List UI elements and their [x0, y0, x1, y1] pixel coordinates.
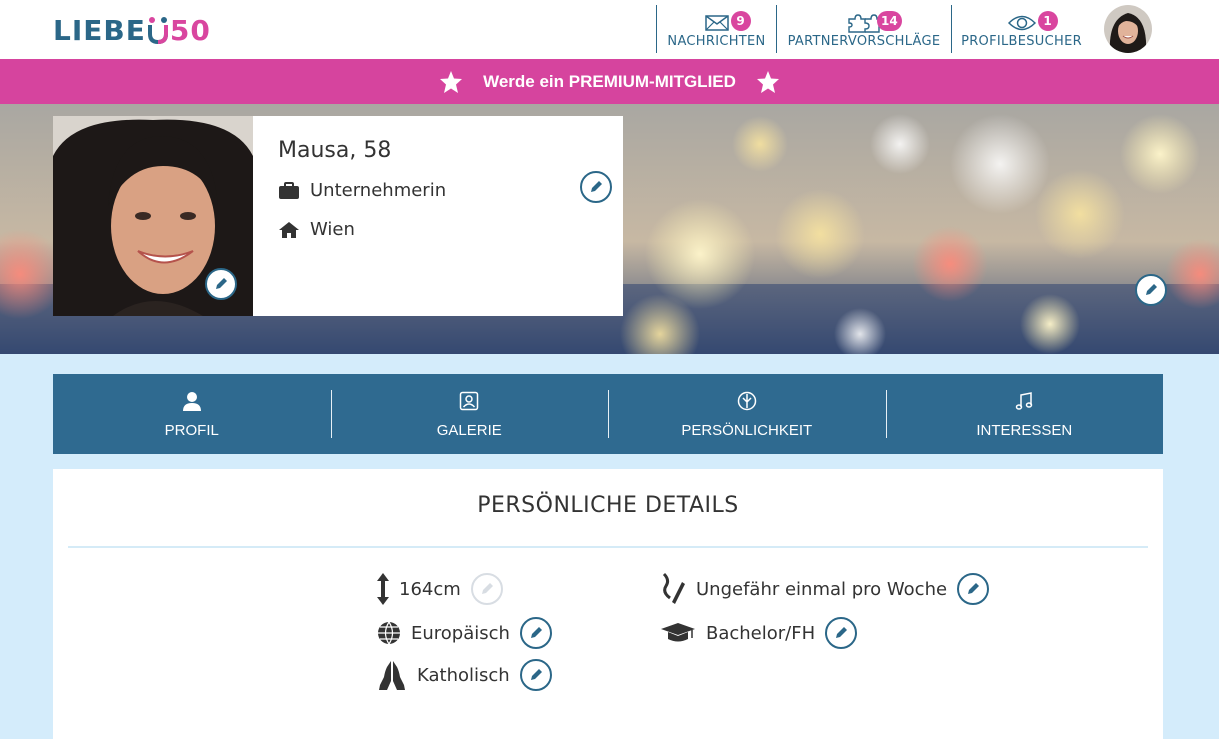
edit-cover-button[interactable] [1135, 274, 1167, 306]
puzzle-icon [848, 14, 880, 33]
pencil-icon [481, 583, 493, 594]
profile-name-age: Mausa, 58 [278, 138, 392, 163]
edit-photo-button[interactable] [205, 268, 237, 300]
logo-text-right: 50 [169, 13, 211, 47]
edit-smoking-button[interactable] [957, 573, 990, 605]
profile-photo[interactable] [53, 116, 253, 316]
tab-persoenlichkeit-label: PERSÖNLICHKEIT [681, 421, 813, 439]
edit-education-button[interactable] [825, 617, 858, 649]
logo-text-left: LIEBE [53, 13, 146, 47]
profile-city-row: Wien [278, 219, 355, 240]
detail-height: 164cm [375, 572, 503, 606]
tab-interessen[interactable]: INTERESSEN [885, 374, 1164, 454]
envelope-icon [704, 15, 729, 31]
detail-religion-value: Katholisch [417, 664, 510, 686]
praying-hands-icon [379, 661, 405, 690]
home-icon [279, 221, 299, 238]
graduation-cap-icon [661, 623, 695, 642]
detail-education: Bachelor/FH [660, 617, 858, 649]
tab-interessen-label: INTERESSEN [976, 421, 1073, 439]
eye-icon [1007, 15, 1036, 31]
tab-profil-label: PROFIL [164, 421, 219, 439]
tab-persoenlichkeit[interactable]: PERSÖNLICHKEIT [608, 374, 886, 454]
nav-messages[interactable]: 9 NACHRICHTEN [656, 5, 776, 53]
tab-galerie-label: GALERIE [436, 421, 502, 439]
nav-partner-suggestions[interactable]: 14 PARTNERVORSCHLÄGE [776, 5, 951, 53]
detail-education-value: Bachelor/FH [706, 622, 816, 644]
detail-ethnicity-value: Europäisch [411, 622, 510, 644]
top-header: LIEBE 50 9 NACHRICHTEN 14 PARTNERVORSCHL… [0, 0, 1219, 59]
pencil-icon [836, 627, 848, 638]
avatar-image [1104, 5, 1152, 53]
pencil-icon [216, 278, 227, 289]
detail-ethnicity: Europäisch [377, 617, 552, 649]
edit-religion-button[interactable] [519, 659, 552, 691]
suggestions-count-badge: 14 [877, 11, 902, 31]
profile-tabs: PROFIL GALERIE PERSÖNLICHKEIT INTERESSEN [53, 374, 1163, 454]
nav-profile-visitors-label: PROFILBESUCHER [961, 34, 1082, 49]
messages-count-badge: 9 [730, 11, 751, 31]
star-icon [440, 70, 463, 93]
tab-galerie[interactable]: GALERIE [330, 374, 609, 454]
detail-smoking: Ungefähr einmal pro Woche [660, 572, 990, 606]
details-title: PERSÖNLICHE DETAILS [477, 493, 739, 518]
detail-smoking-value: Ungefähr einmal pro Woche [696, 578, 948, 600]
tab-profil[interactable]: PROFIL [53, 374, 331, 454]
profile-info-card: Mausa, 58 Unternehmerin Wien [253, 116, 623, 316]
premium-banner-text: Werde ein PREMIUM-MITGLIED [483, 71, 736, 91]
portrait-icon [460, 391, 479, 410]
pencil-icon [530, 627, 542, 638]
edit-height-button[interactable] [470, 573, 503, 605]
briefcase-icon [279, 181, 299, 199]
visitors-count-badge: 1 [1037, 11, 1058, 31]
nav-partner-suggestions-label: PARTNERVORSCHLÄGE [787, 34, 941, 49]
logo[interactable]: LIEBE 50 [53, 12, 211, 48]
profile-city: Wien [310, 219, 355, 240]
personal-details-panel: PERSÖNLICHE DETAILS 164cm Europäisch Kat… [53, 469, 1163, 739]
edit-ethnicity-button[interactable] [519, 617, 552, 649]
user-avatar[interactable] [1104, 5, 1152, 53]
personality-icon [737, 391, 756, 410]
profile-job-row: Unternehmerin [278, 180, 446, 201]
nav-profile-visitors[interactable]: 1 PROFILBESUCHER [951, 5, 1091, 53]
music-icon [1016, 391, 1033, 410]
pencil-icon [1146, 284, 1157, 295]
star-icon [756, 70, 779, 93]
pencil-icon [968, 583, 980, 594]
nav-messages-label: NACHRICHTEN [667, 34, 766, 49]
height-arrows-icon [377, 573, 389, 605]
smoking-icon [662, 572, 685, 604]
detail-height-value: 164cm [399, 578, 461, 600]
premium-banner[interactable]: Werde ein PREMIUM-MITGLIED [0, 59, 1219, 104]
pencil-icon [591, 181, 602, 192]
person-icon [182, 391, 201, 411]
globe-icon [378, 621, 400, 645]
divider [68, 546, 1148, 548]
pencil-icon [530, 669, 542, 680]
edit-profile-info-button[interactable] [580, 171, 612, 203]
detail-religion: Katholisch [377, 659, 552, 691]
profile-job: Unternehmerin [310, 180, 447, 201]
logo-heart-icon [147, 17, 168, 44]
